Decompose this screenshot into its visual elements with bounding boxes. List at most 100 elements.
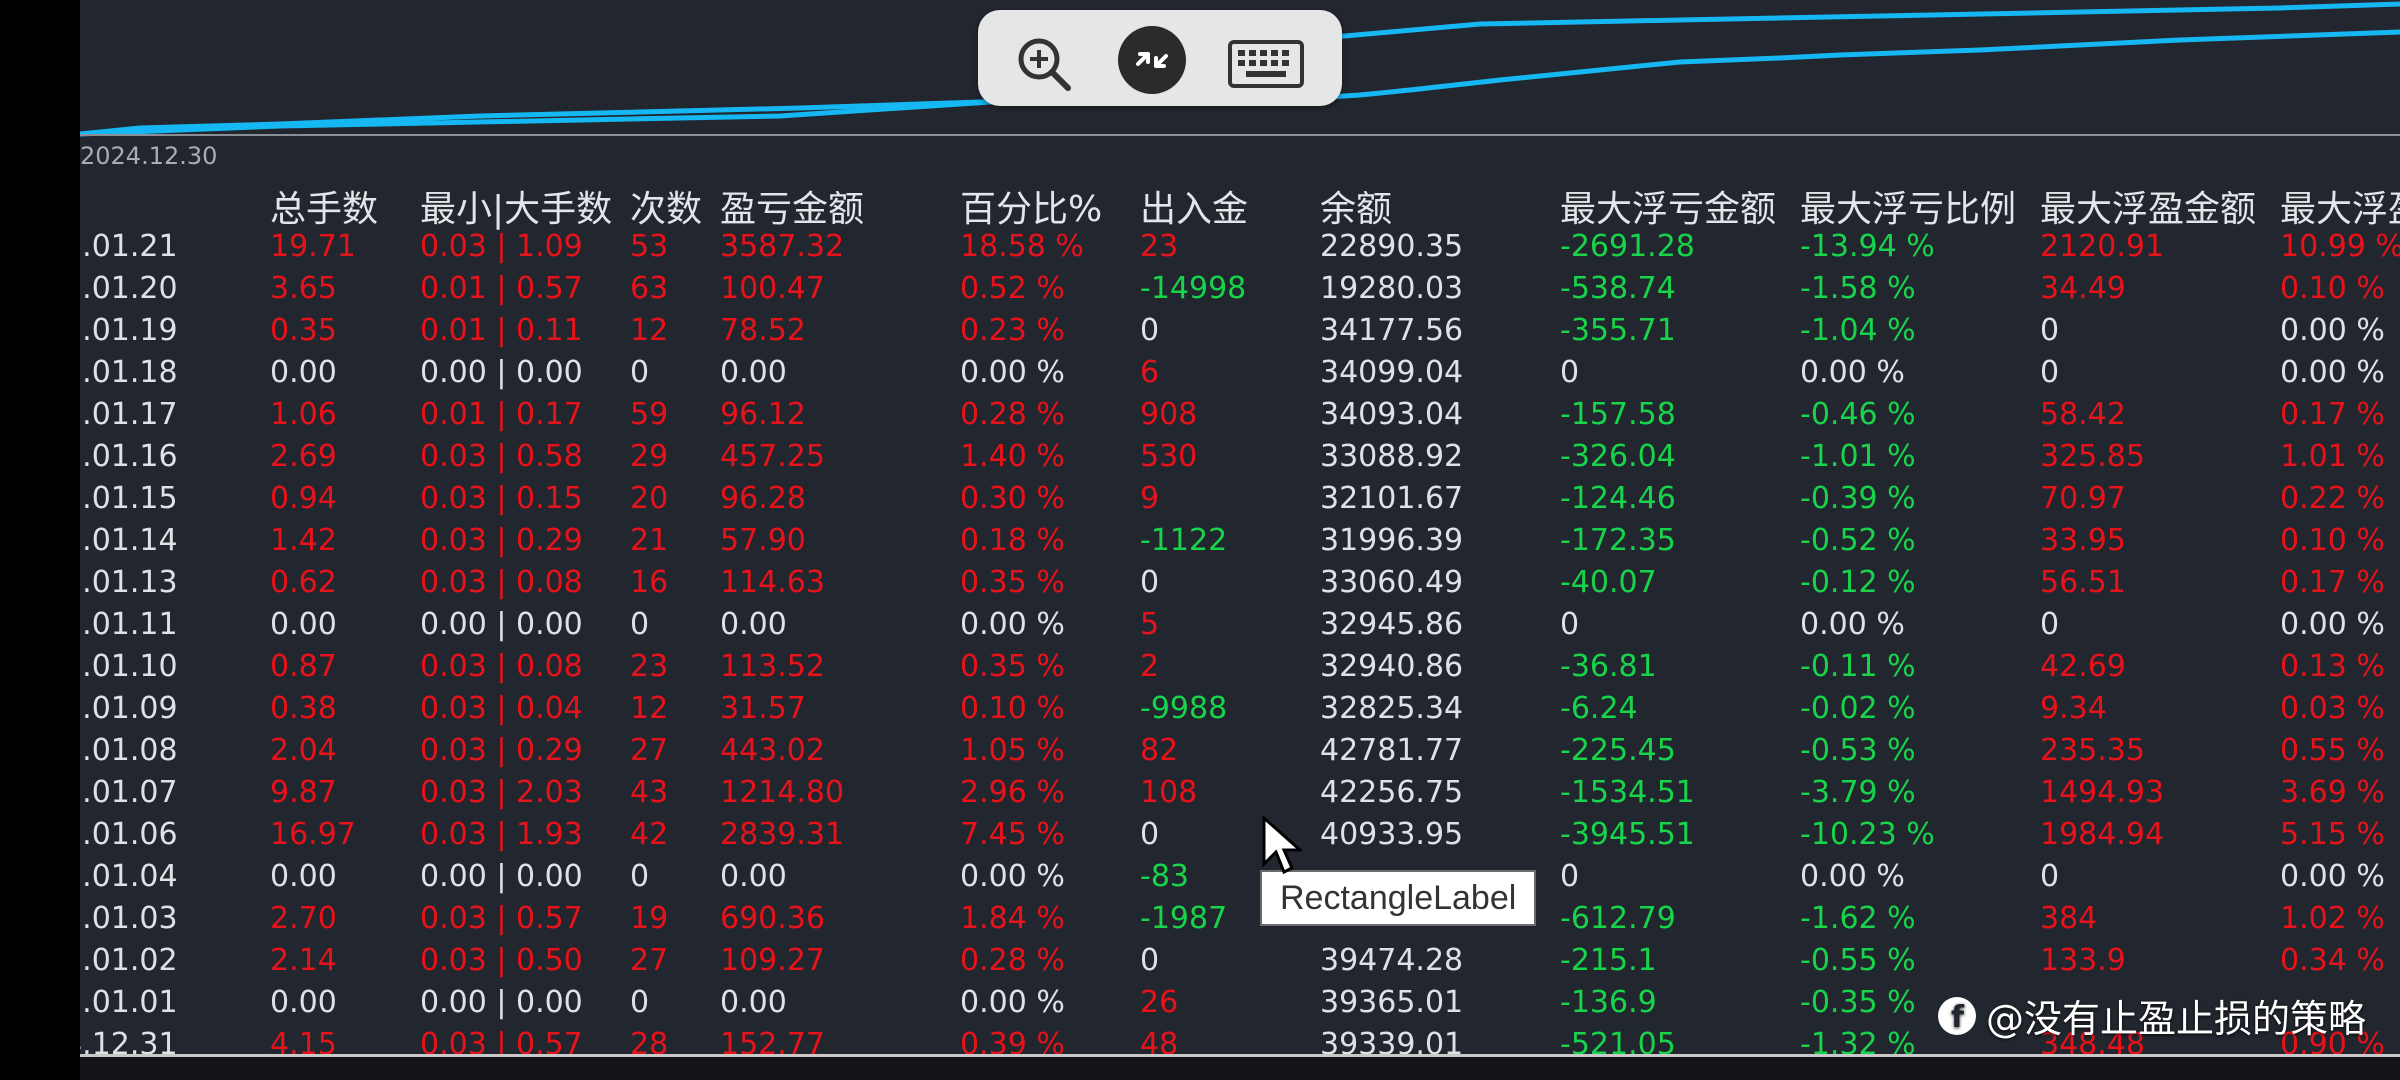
cell-total-lots: 2.69 [270, 439, 337, 474]
chart-divider [80, 134, 2400, 136]
cell-min-max-lots: 0.03 | 0.04 [420, 691, 583, 726]
cell-total-lots: 2.04 [270, 733, 337, 768]
cell-max-floating-loss: -538.74 [1560, 271, 1676, 306]
cell-total-lots: 0.38 [270, 691, 337, 726]
cell-max-floating-profit-pct: 1.02 % [2280, 901, 2385, 936]
cell-date: 25.01.21 [80, 229, 178, 264]
cell-pnl: 0.00 [720, 355, 787, 390]
keyboard-icon[interactable] [1226, 34, 1306, 94]
cell-max-floating-loss: -326.04 [1560, 439, 1676, 474]
header-min-max-lots: 最小|大手数 [420, 189, 613, 230]
table-row: 25.01.06 16.97 0.03 | 1.93 42 2839.31 7.45 % 0… [80, 814, 2400, 856]
cell-min-max-lots: 0.03 | 0.29 [420, 733, 583, 768]
watermark-text: @没有止盈止损的策略 [1986, 997, 2367, 1041]
cell-max-floating-profit: 133.9 [2040, 943, 2126, 978]
table-row: 25.01.13 0.62 0.03 | 0.08 16 114.63 0.35 % 0 33… [80, 562, 2400, 604]
cell-min-max-lots: 0.01 | 0.11 [420, 313, 583, 348]
header-count: 次数 [630, 189, 703, 230]
cell-max-floating-loss-pct: -0.46 % [1800, 397, 1916, 432]
cell-max-floating-profit-pct: 0.34 % [2280, 943, 2385, 978]
table-row: 25.01.18 0.00 0.00 | 0.00 0 0.00 0.00 % 6 34099… [80, 352, 2400, 394]
table-row: 25.01.19 0.35 0.01 | 0.11 12 78.52 0.23 % 0 341… [80, 310, 2400, 352]
svg-text:f: f [1951, 1000, 1965, 1035]
cell-max-floating-profit: 0 [2040, 859, 2060, 894]
cell-min-max-lots: 0.03 | 0.29 [420, 523, 583, 558]
cell-max-floating-loss-pct: -0.11 % [1800, 649, 1916, 684]
cell-balance: 40933.95 [1320, 817, 1464, 852]
table-row: 25.01.09 0.38 0.03 | 0.04 12 31.57 0.10 % -998… [80, 688, 2400, 730]
cell-min-max-lots: 0.03 | 0.08 [420, 649, 583, 684]
cell-deposit-withdraw: 0 [1140, 313, 1160, 348]
cell-count: 19 [630, 901, 669, 936]
cell-total-lots: 0.94 [270, 481, 337, 516]
cell-max-floating-profit: 56.51 [2040, 565, 2126, 600]
cell-max-floating-loss-pct: 0.00 % [1800, 355, 1905, 390]
cell-max-floating-loss-pct: -0.02 % [1800, 691, 1916, 726]
cell-count: 59 [630, 397, 669, 432]
cell-max-floating-loss: -1534.51 [1560, 775, 1695, 810]
table-row: 25.01.03 2.70 0.03 | 0.57 19 690.36 1.84 % -19… [80, 898, 2400, 940]
cell-max-floating-profit: 384 [2040, 901, 2098, 936]
cell-pnl: 3587.32 [720, 229, 845, 264]
cell-deposit-withdraw: 9 [1140, 481, 1160, 516]
cell-max-floating-loss-pct: -0.53 % [1800, 733, 1916, 768]
cell-max-floating-loss: -355.71 [1560, 313, 1676, 348]
cell-date: 25.01.14 [80, 523, 178, 558]
cell-max-floating-profit-pct: 0.13 % [2280, 649, 2385, 684]
cell-max-floating-loss-pct: -1.58 % [1800, 271, 1916, 306]
cell-max-floating-loss: -136.9 [1560, 985, 1657, 1020]
cell-percent: 0.28 % [960, 397, 1065, 432]
cell-pnl: 31.57 [720, 691, 806, 726]
cell-max-floating-loss-pct: -10.23 % [1800, 817, 1935, 852]
cell-deposit-withdraw: 0 [1140, 565, 1160, 600]
cell-deposit-withdraw: 530 [1140, 439, 1198, 474]
cell-deposit-withdraw: -83 [1140, 859, 1189, 894]
mouse-cursor-icon [1262, 816, 1302, 875]
cell-max-floating-loss: 0 [1560, 355, 1580, 390]
watermark: f @没有止盈止损的策略 [1938, 988, 2366, 1043]
cell-min-max-lots: 0.00 | 0.00 [420, 355, 583, 390]
cell-percent: 7.45 % [960, 817, 1065, 852]
cell-min-max-lots: 0.00 | 0.00 [420, 607, 583, 642]
zoom-in-icon[interactable] [1014, 34, 1074, 94]
cell-max-floating-profit-pct: 0.10 % [2280, 271, 2385, 306]
cell-min-max-lots: 0.01 | 0.17 [420, 397, 583, 432]
cell-max-floating-profit-pct: 1.01 % [2280, 439, 2385, 474]
cell-max-floating-profit-pct: 0.00 % [2280, 355, 2385, 390]
cell-max-floating-loss-pct: -1.62 % [1800, 901, 1916, 936]
cell-date: 25.01.09 [80, 691, 178, 726]
cell-percent: 0.10 % [960, 691, 1065, 726]
remote-connection-icon[interactable] [1118, 26, 1186, 94]
cell-percent: 1.84 % [960, 901, 1065, 936]
cell-pnl: 109.27 [720, 943, 825, 978]
cell-balance: 33060.49 [1320, 565, 1464, 600]
cell-deposit-withdraw: -9988 [1140, 691, 1228, 726]
cell-max-floating-loss-pct: -3.79 % [1800, 775, 1916, 810]
cell-deposit-withdraw: 26 [1140, 985, 1179, 1020]
header-max-floating-profit-pct: 最大浮盈 [2280, 189, 2400, 230]
cell-date: 25.01.06 [80, 817, 178, 852]
cell-deposit-withdraw: -14998 [1140, 271, 1247, 306]
header-max-floating-loss: 最大浮亏金额 [1560, 189, 1777, 230]
cell-deposit-withdraw: 82 [1140, 733, 1179, 768]
cell-count: 43 [630, 775, 669, 810]
table-row: 25.01.10 0.87 0.03 | 0.08 23 113.52 0.35 % 2 32… [80, 646, 2400, 688]
cell-date: 25.01.15 [80, 481, 178, 516]
cell-min-max-lots: 0.01 | 0.57 [420, 271, 583, 306]
cell-max-floating-profit: 42.69 [2040, 649, 2126, 684]
cell-pnl: 96.12 [720, 397, 806, 432]
table-row: 25.01.14 1.42 0.03 | 0.29 21 57.90 0.18 % -112… [80, 520, 2400, 562]
cell-date: 25.01.11 [80, 607, 178, 642]
cell-total-lots: 0.00 [270, 859, 337, 894]
cell-date: 25.01.17 [80, 397, 178, 432]
cell-balance: 33088.92 [1320, 439, 1464, 474]
cell-pnl: 96.28 [720, 481, 806, 516]
table-row: 25.01.17 1.06 0.01 | 0.17 59 96.12 0.28 % 908 3… [80, 394, 2400, 436]
cell-min-max-lots: 0.03 | 0.57 [420, 901, 583, 936]
cell-max-floating-profit-pct: 3.69 % [2280, 775, 2385, 810]
cell-deposit-withdraw: 908 [1140, 397, 1198, 432]
table-row: 25.01.20 3.65 0.01 | 0.57 63 100.47 0.52 % -14… [80, 268, 2400, 310]
cell-count: 29 [630, 439, 669, 474]
cell-deposit-withdraw: 2 [1140, 649, 1160, 684]
remote-desktop-toolbar [978, 10, 1342, 106]
